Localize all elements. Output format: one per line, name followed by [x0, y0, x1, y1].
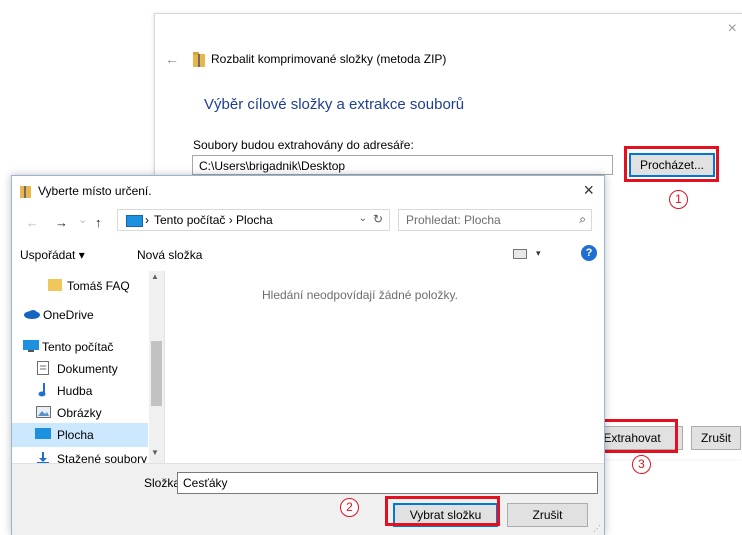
- dialog-cancel-button[interactable]: Zrušit: [507, 503, 588, 527]
- resize-grip-icon[interactable]: ⋰: [593, 524, 601, 533]
- scroll-down-icon[interactable]: ▼: [151, 448, 159, 457]
- highlight-browse: [624, 146, 719, 182]
- highlight-select-folder: [385, 496, 500, 526]
- search-icon[interactable]: ⌕: [579, 212, 586, 227]
- help-icon[interactable]: ?: [581, 245, 597, 261]
- computer-icon: [126, 215, 143, 227]
- nav-item-label: OneDrive: [43, 308, 94, 322]
- wizard-back-button[interactable]: ←: [165, 51, 179, 67]
- empty-results-message: Hledání neodpovídají žádné položky.: [262, 288, 458, 302]
- new-folder-button[interactable]: Nová složka: [137, 248, 202, 262]
- nav-item-onedrive[interactable]: OneDrive: [12, 303, 148, 327]
- organize-menu[interactable]: Uspořádat ▾: [20, 248, 85, 262]
- forward-button[interactable]: →: [55, 215, 68, 230]
- address-bar[interactable]: › Tento počítač › Plocha ⌄ ↻: [117, 209, 390, 231]
- music-icon: [38, 383, 46, 397]
- nav-item-downloads[interactable]: Stažené soubory: [12, 447, 148, 463]
- breadcrumb[interactable]: Tento počítač › Plocha: [154, 213, 273, 227]
- recent-locations-button[interactable]: ⌄: [78, 213, 87, 226]
- breadcrumb-separator: ›: [145, 213, 149, 227]
- select-folder-dialog: Vyberte místo určení. × ← → ⌄ ↑ › Tento …: [11, 175, 605, 535]
- nav-pane-scroll-thumb[interactable]: [151, 341, 162, 406]
- wizard-heading: Výběr cílové složky a extrakce souborů: [204, 96, 465, 113]
- nav-item-desktop[interactable]: Plocha: [12, 423, 148, 447]
- nav-item-this-pc[interactable]: Tento počítač: [12, 335, 148, 359]
- nav-item-label: Hudba: [57, 384, 93, 398]
- refresh-icon[interactable]: ↻: [373, 212, 383, 226]
- nav-item-label: Stažené soubory: [57, 452, 148, 463]
- nav-item-label: Plocha: [57, 428, 94, 442]
- back-button[interactable]: ←: [26, 215, 39, 230]
- nav-item-label: Tomáš FAQ: [67, 279, 130, 293]
- dialog-titlebar: Vyberte místo určení. ×: [12, 176, 604, 206]
- nav-item-documents[interactable]: Dokumenty: [12, 357, 148, 381]
- downloads-icon: [37, 452, 49, 463]
- destination-label: Soubory budou extrahovány do adresáře:: [193, 138, 414, 152]
- nav-item-label: Dokumenty: [57, 362, 118, 376]
- dialog-footer: Složka: Cesťáky Vybrat složku Zrušit ⋰: [12, 463, 604, 535]
- zip-folder-icon: [193, 52, 205, 67]
- scroll-up-icon[interactable]: ▲: [151, 272, 159, 281]
- nav-item-music[interactable]: Hudba: [12, 379, 148, 403]
- nav-item-label: Obrázky: [57, 406, 102, 420]
- up-button[interactable]: ↑: [95, 215, 102, 230]
- nav-item-tomas-faq[interactable]: Tomáš FAQ: [12, 274, 148, 298]
- nav-item-pictures[interactable]: Obrázky: [12, 401, 148, 425]
- step-2-marker: 2: [340, 498, 359, 517]
- nav-item-label: Tento počítač: [42, 340, 114, 354]
- navigation-pane: Tomáš FAQ OneDrive Tento počítač Dokumen…: [12, 271, 165, 463]
- search-input[interactable]: Prohledat: Plocha: [406, 213, 501, 227]
- pictures-icon: [36, 406, 51, 418]
- folder-name-input[interactable]: Cesťáky: [177, 472, 598, 494]
- wizard-cancel-button[interactable]: Zrušit: [691, 426, 741, 450]
- documents-icon: [37, 361, 49, 375]
- step-3-marker: 3: [632, 455, 651, 474]
- desktop-icon: [35, 428, 51, 439]
- wizard-close-button[interactable]: ×: [728, 20, 737, 38]
- step-1-marker: 1: [669, 190, 688, 209]
- folder-icon: [48, 279, 62, 291]
- wizard-title: Rozbalit komprimované složky (metoda ZIP…: [211, 52, 447, 66]
- view-icon[interactable]: [513, 249, 527, 259]
- folder-icon: [20, 186, 31, 198]
- computer-icon: [23, 340, 39, 352]
- dialog-close-button[interactable]: ×: [583, 180, 594, 201]
- chevron-down-icon[interactable]: ⌄: [359, 213, 367, 224]
- dialog-title: Vyberte místo určení.: [38, 184, 152, 198]
- cloud-icon: [24, 310, 40, 319]
- view-dropdown[interactable]: ▾: [536, 248, 541, 259]
- destination-path-input[interactable]: C:\Users\brigadnik\Desktop: [192, 155, 613, 175]
- search-box[interactable]: Prohledat: Plocha ⌕: [398, 209, 592, 231]
